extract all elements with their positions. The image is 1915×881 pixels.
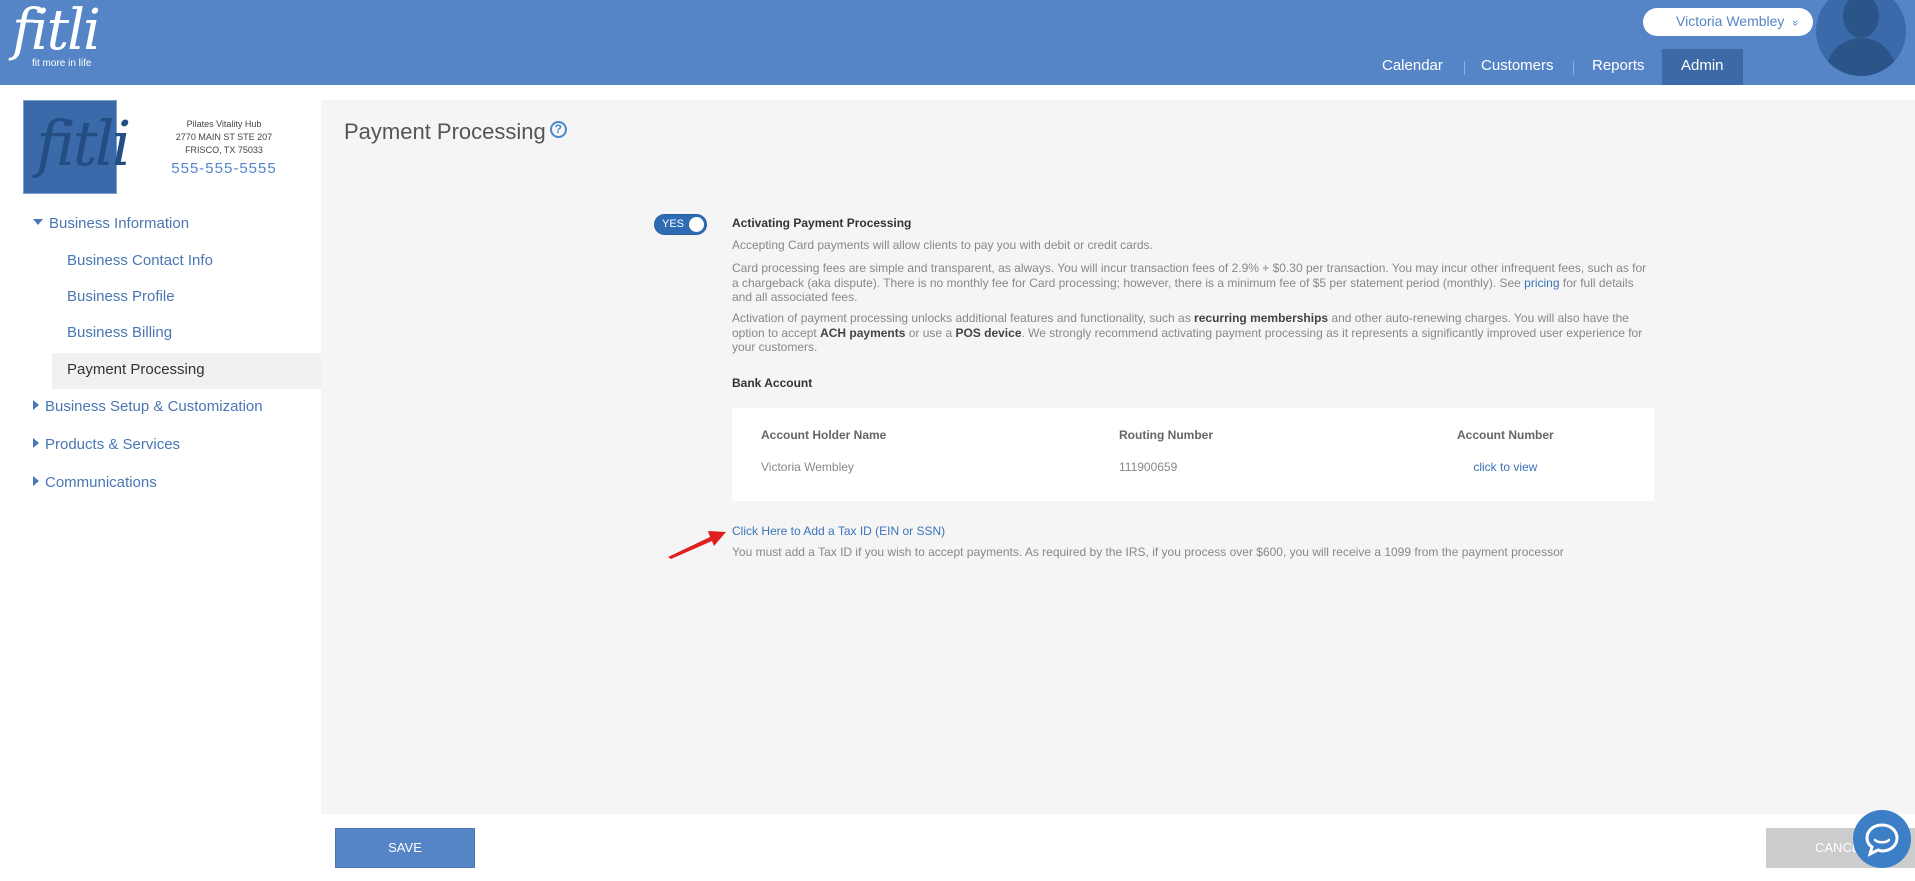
caret-right-icon bbox=[33, 400, 39, 411]
sidebar-section-label: Business Information bbox=[49, 215, 190, 232]
sidebar-section-label: Products & Services bbox=[45, 436, 181, 453]
business-logo: fitli bbox=[23, 100, 131, 194]
account-holder-value: Victoria Wembley bbox=[761, 460, 854, 474]
pos-device-text: POS device bbox=[955, 325, 1022, 340]
caret-right-icon bbox=[33, 438, 39, 449]
account-holder-column: Account Holder Name Victoria Wembley bbox=[761, 428, 886, 474]
bank-account-card: Account Holder Name Victoria Wembley Rou… bbox=[732, 408, 1654, 501]
nav-divider bbox=[1464, 61, 1465, 75]
fees-paragraph: Card processing fees are simple and tran… bbox=[732, 261, 1652, 305]
tax-id-note: You must add a Tax ID if you wish to acc… bbox=[732, 545, 1564, 559]
sidebar-item-business-billing[interactable]: Business Billing bbox=[67, 324, 172, 341]
user-menu-button[interactable]: Victoria Wembley » bbox=[1643, 8, 1813, 36]
recurring-memberships-text: recurring memberships bbox=[1194, 311, 1329, 325]
avatar-head-shape bbox=[1843, 0, 1879, 38]
save-button[interactable]: SAVE bbox=[335, 828, 475, 868]
chevron-down-icon: » bbox=[1789, 19, 1802, 27]
business-address-line1: 2770 MAIN ST STE 207 bbox=[175, 132, 273, 142]
business-phone: 555-555-5555 bbox=[171, 160, 277, 177]
main-content: Payment Processing? YES Activating Payme… bbox=[321, 100, 1915, 814]
main-nav: Calendar Customers Reports Admin bbox=[0, 49, 1915, 85]
section-title: Activating Payment Processing bbox=[732, 216, 912, 230]
features-text: or use a bbox=[905, 325, 956, 340]
top-header: fitli fit more in life Victoria Wembley»… bbox=[0, 0, 1915, 85]
footer-bar: SAVE CANCEL bbox=[321, 814, 1915, 881]
annotation-arrow-icon bbox=[668, 531, 726, 559]
help-icon[interactable]: ? bbox=[549, 121, 567, 138]
sidebar-item-payment-processing[interactable]: Payment Processing bbox=[52, 353, 321, 389]
toggle-knob bbox=[689, 217, 704, 232]
nav-admin[interactable]: Admin bbox=[1662, 49, 1743, 85]
nav-reports[interactable]: Reports bbox=[1592, 49, 1645, 85]
features-text: Activation of payment processing unlocks… bbox=[732, 311, 1195, 325]
toggle-label: YES bbox=[662, 218, 685, 230]
routing-number-value: 111900659 bbox=[1119, 460, 1178, 474]
caret-right-icon bbox=[33, 476, 39, 487]
sidebar-section-business-setup[interactable]: Business Setup & Customization bbox=[33, 398, 263, 415]
business-info: Pilates Vitality Hub 2770 MAIN ST STE 20… bbox=[150, 118, 298, 179]
business-name: Pilates Vitality Hub bbox=[186, 119, 262, 129]
routing-number-column: Routing Number 111900659 bbox=[1119, 428, 1213, 474]
click-to-view-link[interactable]: click to view bbox=[1457, 460, 1554, 474]
fees-text: Card processing fees are simple and tran… bbox=[732, 261, 1647, 290]
nav-customers[interactable]: Customers bbox=[1481, 49, 1554, 85]
caret-down-icon bbox=[33, 219, 43, 226]
sidebar-item-business-contact-info[interactable]: Business Contact Info bbox=[67, 252, 213, 269]
business-address-line2: FRISCO, TX 75033 bbox=[185, 145, 263, 155]
chat-button[interactable] bbox=[1853, 810, 1911, 868]
features-paragraph: Activation of payment processing unlocks… bbox=[732, 311, 1652, 355]
chat-bubble-icon bbox=[1865, 823, 1899, 857]
nav-calendar[interactable]: Calendar bbox=[1382, 49, 1443, 85]
pricing-link[interactable]: pricing bbox=[1524, 276, 1559, 290]
routing-number-header: Routing Number bbox=[1119, 428, 1213, 442]
business-logo-text: fitli bbox=[36, 107, 131, 180]
account-number-column: Account Number click to view bbox=[1457, 428, 1554, 474]
sidebar-section-products-services[interactable]: Products & Services bbox=[33, 436, 180, 453]
payment-processing-toggle[interactable]: YES bbox=[654, 214, 707, 235]
sidebar: fitli Pilates Vitality Hub 2770 MAIN ST … bbox=[0, 85, 321, 881]
sidebar-item-business-profile[interactable]: Business Profile bbox=[67, 288, 175, 305]
sidebar-section-communications[interactable]: Communications bbox=[33, 474, 157, 491]
sidebar-section-business-information[interactable]: Business Information bbox=[33, 215, 189, 232]
page-title: Payment Processing? bbox=[344, 119, 567, 145]
sidebar-section-label: Communications bbox=[45, 474, 157, 491]
ach-payments-text: ACH payments bbox=[820, 325, 906, 340]
user-name: Victoria Wembley bbox=[1676, 13, 1785, 29]
add-tax-id-link[interactable]: Click Here to Add a Tax ID (EIN or SSN) bbox=[732, 524, 945, 538]
sidebar-section-label: Business Setup & Customization bbox=[45, 398, 263, 415]
account-number-header: Account Number bbox=[1457, 428, 1554, 442]
account-holder-header: Account Holder Name bbox=[761, 428, 887, 442]
nav-divider bbox=[1573, 61, 1574, 75]
intro-paragraph: Accepting Card payments will allow clien… bbox=[732, 238, 1153, 252]
page-title-text: Payment Processing bbox=[344, 119, 546, 144]
bank-account-title: Bank Account bbox=[732, 376, 813, 390]
